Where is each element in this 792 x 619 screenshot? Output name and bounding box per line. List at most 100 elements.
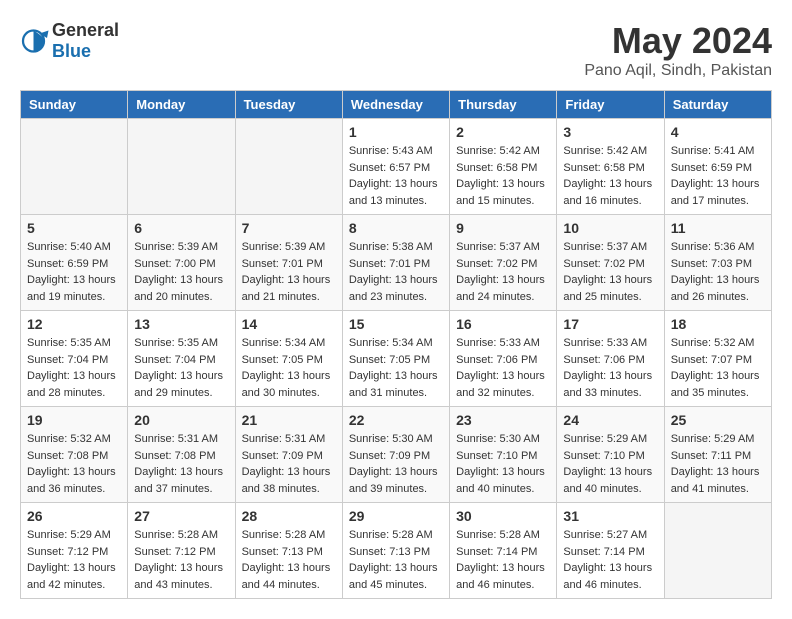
day-info: Sunrise: 5:28 AM Sunset: 7:13 PM Dayligh… <box>242 527 336 593</box>
day-number: 25 <box>671 412 765 428</box>
title-area: May 2024 Pano Aqil, Sindh, Pakistan <box>584 20 772 80</box>
col-friday: Friday <box>557 91 664 119</box>
day-number: 9 <box>456 220 550 236</box>
day-number: 24 <box>563 412 657 428</box>
day-info: Sunrise: 5:37 AM Sunset: 7:02 PM Dayligh… <box>456 239 550 305</box>
day-number: 28 <box>242 508 336 524</box>
day-info: Sunrise: 5:31 AM Sunset: 7:09 PM Dayligh… <box>242 431 336 497</box>
day-info: Sunrise: 5:43 AM Sunset: 6:57 PM Dayligh… <box>349 143 443 209</box>
day-info: Sunrise: 5:28 AM Sunset: 7:13 PM Dayligh… <box>349 527 443 593</box>
day-info: Sunrise: 5:27 AM Sunset: 7:14 PM Dayligh… <box>563 527 657 593</box>
day-info: Sunrise: 5:29 AM Sunset: 7:12 PM Dayligh… <box>27 527 121 593</box>
week-row-5: 26 Sunrise: 5:29 AM Sunset: 7:12 PM Dayl… <box>21 503 772 599</box>
day-info: Sunrise: 5:36 AM Sunset: 7:03 PM Dayligh… <box>671 239 765 305</box>
calendar-cell: 7 Sunrise: 5:39 AM Sunset: 7:01 PM Dayli… <box>235 215 342 311</box>
day-number: 21 <box>242 412 336 428</box>
calendar-cell <box>128 119 235 215</box>
day-info: Sunrise: 5:29 AM Sunset: 7:10 PM Dayligh… <box>563 431 657 497</box>
calendar-cell: 5 Sunrise: 5:40 AM Sunset: 6:59 PM Dayli… <box>21 215 128 311</box>
calendar-cell: 19 Sunrise: 5:32 AM Sunset: 7:08 PM Dayl… <box>21 407 128 503</box>
day-number: 17 <box>563 316 657 332</box>
day-number: 27 <box>134 508 228 524</box>
logo-icon <box>20 26 50 56</box>
col-tuesday: Tuesday <box>235 91 342 119</box>
col-thursday: Thursday <box>450 91 557 119</box>
calendar-cell: 6 Sunrise: 5:39 AM Sunset: 7:00 PM Dayli… <box>128 215 235 311</box>
calendar-cell: 30 Sunrise: 5:28 AM Sunset: 7:14 PM Dayl… <box>450 503 557 599</box>
calendar-cell: 10 Sunrise: 5:37 AM Sunset: 7:02 PM Dayl… <box>557 215 664 311</box>
day-info: Sunrise: 5:28 AM Sunset: 7:12 PM Dayligh… <box>134 527 228 593</box>
day-number: 5 <box>27 220 121 236</box>
day-info: Sunrise: 5:34 AM Sunset: 7:05 PM Dayligh… <box>349 335 443 401</box>
calendar-cell <box>21 119 128 215</box>
calendar-cell: 2 Sunrise: 5:42 AM Sunset: 6:58 PM Dayli… <box>450 119 557 215</box>
day-info: Sunrise: 5:40 AM Sunset: 6:59 PM Dayligh… <box>27 239 121 305</box>
page-header: General Blue May 2024 Pano Aqil, Sindh, … <box>20 20 772 80</box>
day-number: 29 <box>349 508 443 524</box>
logo-text: General Blue <box>52 20 119 62</box>
month-title: May 2024 <box>584 20 772 62</box>
calendar-cell: 11 Sunrise: 5:36 AM Sunset: 7:03 PM Dayl… <box>664 215 771 311</box>
day-number: 20 <box>134 412 228 428</box>
calendar-cell: 22 Sunrise: 5:30 AM Sunset: 7:09 PM Dayl… <box>342 407 449 503</box>
calendar-cell: 8 Sunrise: 5:38 AM Sunset: 7:01 PM Dayli… <box>342 215 449 311</box>
week-row-4: 19 Sunrise: 5:32 AM Sunset: 7:08 PM Dayl… <box>21 407 772 503</box>
calendar-cell: 9 Sunrise: 5:37 AM Sunset: 7:02 PM Dayli… <box>450 215 557 311</box>
calendar-cell: 13 Sunrise: 5:35 AM Sunset: 7:04 PM Dayl… <box>128 311 235 407</box>
day-info: Sunrise: 5:33 AM Sunset: 7:06 PM Dayligh… <box>456 335 550 401</box>
day-info: Sunrise: 5:39 AM Sunset: 7:00 PM Dayligh… <box>134 239 228 305</box>
day-info: Sunrise: 5:34 AM Sunset: 7:05 PM Dayligh… <box>242 335 336 401</box>
day-number: 3 <box>563 124 657 140</box>
calendar-table: Sunday Monday Tuesday Wednesday Thursday… <box>20 90 772 599</box>
calendar-cell: 26 Sunrise: 5:29 AM Sunset: 7:12 PM Dayl… <box>21 503 128 599</box>
day-info: Sunrise: 5:32 AM Sunset: 7:07 PM Dayligh… <box>671 335 765 401</box>
calendar-cell: 28 Sunrise: 5:28 AM Sunset: 7:13 PM Dayl… <box>235 503 342 599</box>
location-title: Pano Aqil, Sindh, Pakistan <box>584 62 772 80</box>
day-info: Sunrise: 5:37 AM Sunset: 7:02 PM Dayligh… <box>563 239 657 305</box>
calendar-cell: 23 Sunrise: 5:30 AM Sunset: 7:10 PM Dayl… <box>450 407 557 503</box>
day-number: 1 <box>349 124 443 140</box>
calendar-cell: 20 Sunrise: 5:31 AM Sunset: 7:08 PM Dayl… <box>128 407 235 503</box>
day-number: 19 <box>27 412 121 428</box>
day-number: 6 <box>134 220 228 236</box>
logo: General Blue <box>20 20 119 62</box>
day-number: 22 <box>349 412 443 428</box>
day-number: 23 <box>456 412 550 428</box>
calendar-cell: 31 Sunrise: 5:27 AM Sunset: 7:14 PM Dayl… <box>557 503 664 599</box>
col-wednesday: Wednesday <box>342 91 449 119</box>
col-sunday: Sunday <box>21 91 128 119</box>
calendar-cell: 3 Sunrise: 5:42 AM Sunset: 6:58 PM Dayli… <box>557 119 664 215</box>
day-number: 30 <box>456 508 550 524</box>
week-row-3: 12 Sunrise: 5:35 AM Sunset: 7:04 PM Dayl… <box>21 311 772 407</box>
calendar-cell: 1 Sunrise: 5:43 AM Sunset: 6:57 PM Dayli… <box>342 119 449 215</box>
day-info: Sunrise: 5:31 AM Sunset: 7:08 PM Dayligh… <box>134 431 228 497</box>
day-info: Sunrise: 5:30 AM Sunset: 7:09 PM Dayligh… <box>349 431 443 497</box>
calendar-cell: 18 Sunrise: 5:32 AM Sunset: 7:07 PM Dayl… <box>664 311 771 407</box>
day-number: 13 <box>134 316 228 332</box>
day-number: 15 <box>349 316 443 332</box>
calendar-cell: 29 Sunrise: 5:28 AM Sunset: 7:13 PM Dayl… <box>342 503 449 599</box>
day-info: Sunrise: 5:38 AM Sunset: 7:01 PM Dayligh… <box>349 239 443 305</box>
calendar-cell: 25 Sunrise: 5:29 AM Sunset: 7:11 PM Dayl… <box>664 407 771 503</box>
day-info: Sunrise: 5:39 AM Sunset: 7:01 PM Dayligh… <box>242 239 336 305</box>
day-info: Sunrise: 5:32 AM Sunset: 7:08 PM Dayligh… <box>27 431 121 497</box>
calendar-cell: 12 Sunrise: 5:35 AM Sunset: 7:04 PM Dayl… <box>21 311 128 407</box>
day-number: 18 <box>671 316 765 332</box>
day-number: 14 <box>242 316 336 332</box>
day-info: Sunrise: 5:29 AM Sunset: 7:11 PM Dayligh… <box>671 431 765 497</box>
calendar-cell: 4 Sunrise: 5:41 AM Sunset: 6:59 PM Dayli… <box>664 119 771 215</box>
day-info: Sunrise: 5:42 AM Sunset: 6:58 PM Dayligh… <box>456 143 550 209</box>
day-number: 26 <box>27 508 121 524</box>
col-saturday: Saturday <box>664 91 771 119</box>
day-number: 8 <box>349 220 443 236</box>
day-number: 2 <box>456 124 550 140</box>
day-info: Sunrise: 5:28 AM Sunset: 7:14 PM Dayligh… <box>456 527 550 593</box>
calendar-cell: 27 Sunrise: 5:28 AM Sunset: 7:12 PM Dayl… <box>128 503 235 599</box>
day-number: 12 <box>27 316 121 332</box>
day-number: 4 <box>671 124 765 140</box>
calendar-cell: 17 Sunrise: 5:33 AM Sunset: 7:06 PM Dayl… <box>557 311 664 407</box>
calendar-cell: 24 Sunrise: 5:29 AM Sunset: 7:10 PM Dayl… <box>557 407 664 503</box>
day-info: Sunrise: 5:33 AM Sunset: 7:06 PM Dayligh… <box>563 335 657 401</box>
day-info: Sunrise: 5:41 AM Sunset: 6:59 PM Dayligh… <box>671 143 765 209</box>
day-info: Sunrise: 5:35 AM Sunset: 7:04 PM Dayligh… <box>134 335 228 401</box>
